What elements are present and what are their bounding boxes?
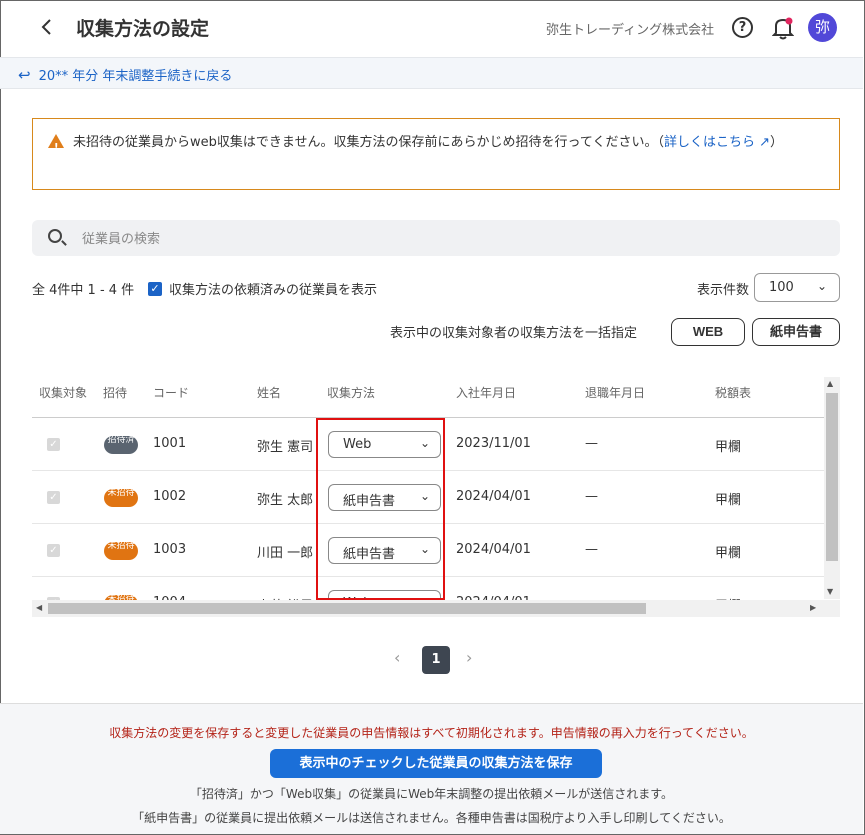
details-link[interactable]: 詳しくはこちら ↗ [664,135,770,150]
search-input[interactable] [82,228,782,248]
chevron-down-icon: ⌄ [816,279,827,293]
hire-date: 2024/04/01 [456,542,531,557]
retire-date: — [585,489,598,504]
retire-date: — [585,436,598,451]
vertical-scrollbar[interactable]: ▲ ▼ [824,377,840,599]
th-code: コード [153,386,190,400]
perpage-label: 表示件数 [697,283,750,298]
avatar[interactable]: 弥 [808,13,837,42]
employee-code: 1003 [153,542,187,557]
bulk-paper-button[interactable]: 紙申告書 [752,318,840,346]
method-select[interactable]: Web ⌄ [328,431,441,458]
warning-box: ! 未招待の従業員からweb収集はできません。収集方法の保存前にあらかじめ招待を… [32,118,840,190]
table-row: ✓ 招待済 1001 弥生 憲司 Web ⌄ 2023/11/01 — 甲欄 [32,418,824,471]
employee-name: 川田 一郎 [257,546,314,561]
footer: 収集方法の変更を保存すると変更した従業員の申告情報はすべて初期化されます。申告情… [0,703,863,834]
bulk-web-button[interactable]: WEB [671,318,745,346]
bell-icon[interactable] [771,16,795,40]
method-select[interactable]: 紙申告書 ⌄ [328,537,441,564]
chevron-down-icon: ⌄ [419,436,430,450]
scroll-thumb[interactable] [48,603,646,614]
page-title: 収集方法の設定 [76,18,210,40]
external-link-icon: ↗ [759,135,771,150]
invite-badge: 未招待 [104,489,138,507]
warning-text: 未招待の従業員からweb収集はできません。収集方法の保存前にあらかじめ招待を行っ… [73,135,664,150]
hire-date: 2023/11/01 [456,436,531,451]
employee-code: 1002 [153,489,187,504]
chevron-down-icon: ⌄ [419,489,430,503]
search-bar [32,220,840,256]
scroll-thumb[interactable] [826,393,838,561]
pager-current[interactable]: 1 [422,646,450,674]
details-link-label: 詳しくはこちら [663,135,755,150]
th-hire-date: 入社年月日 [456,386,517,400]
scroll-down-icon[interactable]: ▼ [827,587,833,596]
help-icon[interactable]: ? [732,17,753,38]
pager-prev[interactable]: ‹ [394,648,400,667]
pager-next[interactable]: › [466,648,472,667]
save-button[interactable]: 表示中のチェックした従業員の収集方法を保存 [270,749,602,778]
chevron-down-icon: ⌄ [419,542,430,556]
scroll-up-icon[interactable]: ▲ [827,379,833,388]
method-select[interactable]: 紙申告書 ⌄ [328,484,441,511]
th-tax-table: 税額表 [715,386,752,400]
filter-label: 収集方法の依頼済みの従業員を表示 [169,283,378,298]
method-value: 紙申告書 [343,547,396,562]
th-retire-date: 退職年月日 [585,386,646,400]
hire-date: 2024/04/01 [456,489,531,504]
scroll-right-icon[interactable]: ▶ [810,603,816,612]
return-link-label: 20** 年分 年末調整手続きに戻る [38,69,233,84]
tax-table: 甲欄 [715,546,742,561]
perpage-select[interactable]: 100 ⌄ [754,273,840,302]
bulk-label: 表示中の収集対象者の収集方法を一括指定 [390,326,638,341]
th-target: 収集対象 [39,386,88,400]
tax-table: 甲欄 [715,493,742,508]
warning-icon: ! [48,134,64,153]
table-row: ✓ 未招待 1002 弥生 太郎 紙申告書 ⌄ 2024/04/01 — 甲欄 [32,471,824,524]
method-value: Web [343,437,372,452]
th-invite: 招待 [103,386,128,400]
employee-code: 1001 [153,436,187,451]
row-checkbox[interactable]: ✓ [47,438,60,451]
table-row: ✓ 未招待 1003 川田 一郎 紙申告書 ⌄ 2024/04/01 — 甲欄 [32,524,824,577]
horizontal-scrollbar[interactable]: ◀ ▶ [32,600,840,617]
checkbox-checked-icon: ✓ [148,281,162,296]
perpage-value: 100 [769,280,794,295]
th-method: 収集方法 [327,386,376,400]
scroll-left-icon[interactable]: ◀ [36,603,42,612]
result-count: 全 4件中 1 - 4 件 [32,283,135,298]
row-checkbox[interactable]: ✓ [47,544,60,557]
invite-badge: 招待済 [104,436,138,454]
company-name[interactable]: 弥生トレーディング株式会社 [546,19,714,38]
footer-note: 「招待済」かつ「Web収集」の従業員にWeb年末調整の提出依頼メールが送信されま… [189,787,674,801]
method-value: 紙申告書 [343,494,396,509]
warning-close-paren: ） [770,135,784,150]
search-icon [48,229,62,243]
tax-table: 甲欄 [715,440,742,455]
invite-badge: 未招待 [104,542,138,560]
return-icon: ↩ [18,66,31,84]
th-name: 姓名 [257,386,282,400]
employee-table: 収集対象 招待 コード 姓名 収集方法 入社年月日 退職年月日 税額表 ✓ 招待済… [32,376,840,616]
filter-requested-checkbox[interactable]: ✓ 収集方法の依頼済みの従業員を表示 [148,279,377,298]
row-checkbox[interactable]: ✓ [47,491,60,504]
chevron-left-icon[interactable] [40,17,60,39]
footer-warning: 収集方法の変更を保存すると変更した従業員の申告情報はすべて初期化されます。申告情… [109,726,754,740]
employee-name: 弥生 憲司 [257,440,314,455]
return-link[interactable]: ↩ 20** 年分 年末調整手続きに戻る [18,65,232,84]
table-header: 収集対象 招待 コード 姓名 収集方法 入社年月日 退職年月日 税額表 [32,376,824,418]
retire-date: — [585,542,598,557]
footer-note: 「紙申告書」の従業員に提出依頼メールは送信されません。各種申告書は国税庁より入手… [132,811,731,825]
employee-name: 弥生 太郎 [257,493,314,508]
subnav-bar: ↩ 20** 年分 年末調整手続きに戻る [0,57,863,89]
